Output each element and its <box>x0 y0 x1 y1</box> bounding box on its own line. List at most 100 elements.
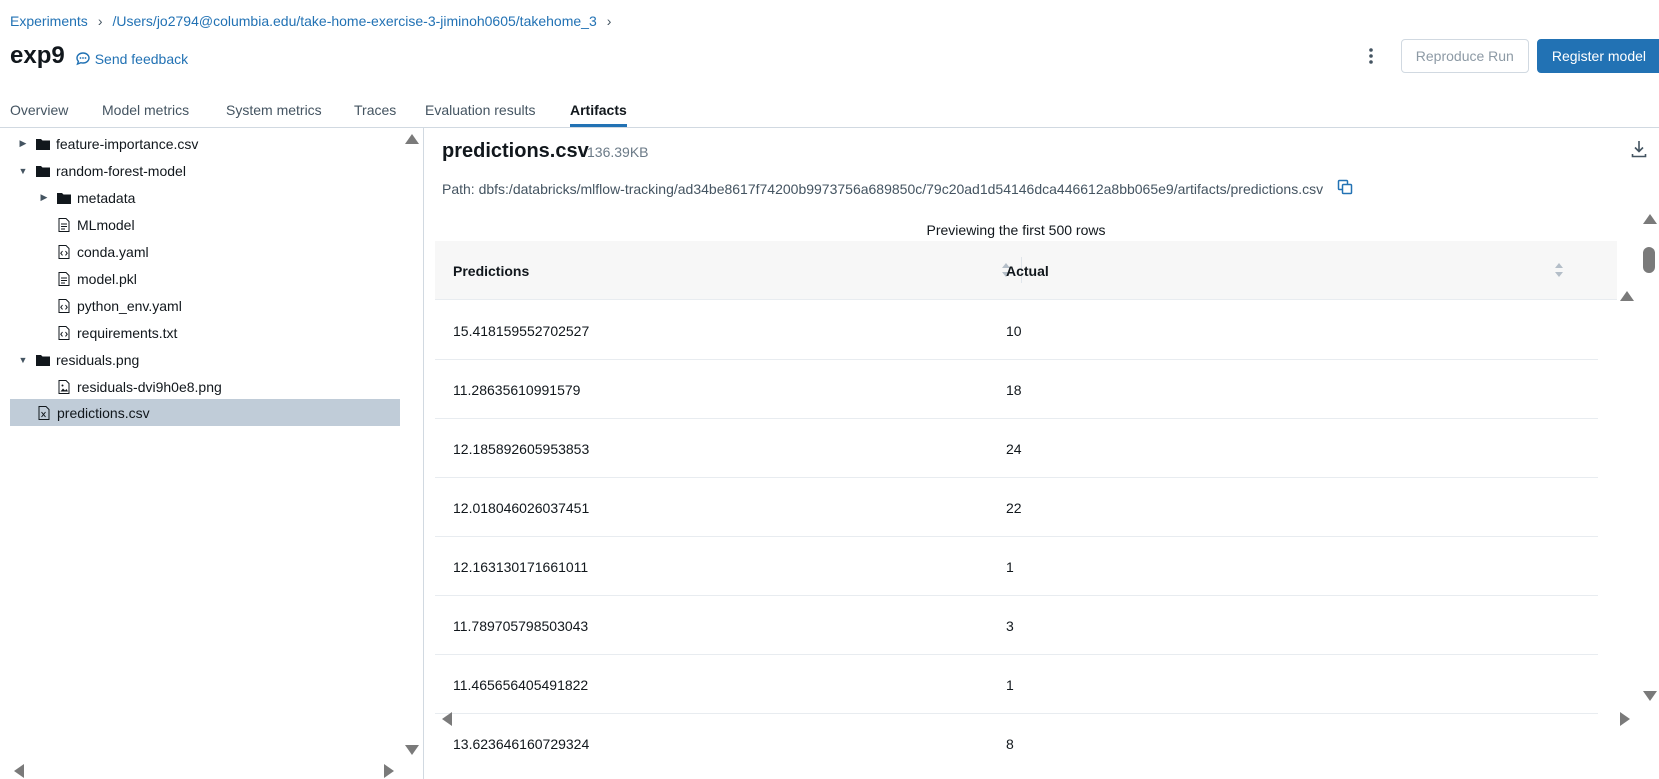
tree-item-conda-yaml[interactable]: conda.yaml <box>57 238 149 265</box>
artifact-path: Path: dbfs:/databricks/mlflow-tracking/a… <box>442 179 1353 198</box>
caret-right-icon[interactable]: ▶ <box>37 192 51 203</box>
tab-overview[interactable]: Overview <box>10 102 68 124</box>
tree-item-random-forest-model[interactable]: ▼ random-forest-model <box>16 157 186 184</box>
cell-actual: 22 <box>1006 499 1022 516</box>
breadcrumb-experiment-path-link[interactable]: /Users/jo2794@columbia.edu/take-home-exe… <box>112 13 596 29</box>
cell-prediction: 12.185892605953853 <box>453 440 590 457</box>
code-file-icon <box>57 244 71 259</box>
scroll-left-button[interactable] <box>14 764 24 778</box>
cell-actual: 18 <box>1006 381 1022 398</box>
code-file-icon <box>57 298 71 313</box>
table-row: 15.418159552702527 10 <box>435 301 1598 360</box>
reproduce-run-button[interactable]: Reproduce Run <box>1400 39 1529 73</box>
send-feedback-label: Send feedback <box>94 51 189 67</box>
title-row: exp9 Send feedback <box>10 42 188 70</box>
tree-item-label: residuals-dvi9h0e8.png <box>77 378 222 395</box>
table-body-scroll-up-button[interactable] <box>1620 291 1634 301</box>
cell-actual: 1 <box>1006 676 1014 693</box>
tab-system-metrics[interactable]: System metrics <box>226 102 322 124</box>
table-row: 11.789705798503043 3 <box>435 596 1598 655</box>
table-scroll-down-button[interactable] <box>1643 691 1657 701</box>
table-row: 11.28635610991579 18 <box>435 360 1598 419</box>
cell-prediction: 13.623646160729324 <box>453 735 590 752</box>
breadcrumb: Experiments › /Users/jo2794@columbia.edu… <box>10 13 621 29</box>
page-title: exp9 <box>10 42 65 69</box>
folder-icon <box>36 353 50 367</box>
tree-item-label: python_env.yaml <box>77 297 182 314</box>
tree-item-label: model.pkl <box>77 270 137 287</box>
preview-note: Previewing the first 500 rows <box>926 222 1106 238</box>
file-name: predictions.csv <box>442 140 589 162</box>
tree-item-metadata[interactable]: ▶ metadata <box>37 184 136 211</box>
cell-actual: 3 <box>1006 617 1014 634</box>
tab-traces[interactable]: Traces <box>354 102 396 124</box>
folder-icon <box>57 191 71 205</box>
code-file-icon <box>57 325 71 340</box>
cell-prediction: 11.465656405491822 <box>453 676 589 693</box>
artifact-tree: ▶ feature-importance.csv ▼ random-forest… <box>0 128 424 779</box>
table-row: 11.465656405491822 1 <box>435 655 1598 714</box>
folder-icon <box>36 137 50 151</box>
breadcrumb-experiments-link[interactable]: Experiments <box>10 13 88 29</box>
predictions-table: Predictions Actual 15.418159552702527 10 1… <box>435 241 1617 761</box>
tree-item-mlmodel[interactable]: MLmodel <box>57 211 135 238</box>
cell-prediction: 12.018046026037451 <box>453 499 590 516</box>
table-row: 12.018046026037451 22 <box>435 478 1598 537</box>
column-header-predictions[interactable]: Predictions <box>453 241 529 300</box>
file-size: 136.39KB <box>587 144 649 160</box>
tree-item-feature-importance[interactable]: ▶ feature-importance.csv <box>16 130 199 157</box>
scroll-down-button[interactable] <box>405 745 419 755</box>
copy-icon[interactable] <box>1337 179 1353 198</box>
tree-item-label: predictions.csv <box>57 404 150 421</box>
image-file-icon <box>57 379 71 394</box>
table-scroll-right-button[interactable] <box>1620 712 1630 726</box>
table-header: Predictions Actual <box>435 241 1617 300</box>
register-model-button[interactable]: Register model <box>1536 39 1659 73</box>
artifact-preview: predictions.csv 136.39KB Path: dbfs:/dat… <box>425 128 1659 779</box>
chat-bubble-icon <box>76 52 90 66</box>
header-actions: Reproduce Run Register model <box>1355 39 1659 73</box>
file-icon <box>57 271 71 286</box>
more-options-icon[interactable] <box>1355 40 1387 72</box>
column-header-actual[interactable]: Actual <box>1006 241 1049 300</box>
download-icon[interactable] <box>1631 140 1647 161</box>
tree-item-predictions-csv[interactable]: predictions.csv <box>10 399 400 426</box>
scroll-up-button[interactable] <box>405 134 419 144</box>
table-scroll-up-button[interactable] <box>1643 214 1657 224</box>
table-row: 12.163130171661011 1 <box>435 537 1598 596</box>
table-scrollbar-thumb[interactable] <box>1643 247 1655 273</box>
cell-actual: 1 <box>1006 558 1014 575</box>
chevron-right-icon[interactable]: › <box>607 13 612 29</box>
caret-down-icon[interactable]: ▼ <box>16 355 30 365</box>
artifact-path-text: Path: dbfs:/databricks/mlflow-tracking/a… <box>442 180 1324 197</box>
cell-prediction: 11.789705798503043 <box>453 617 589 634</box>
tree-item-requirements-txt[interactable]: requirements.txt <box>57 319 177 346</box>
tree-item-label: metadata <box>77 189 136 206</box>
chevron-right-icon: › <box>97 13 103 29</box>
send-feedback-link[interactable]: Send feedback <box>75 51 188 67</box>
cell-prediction: 15.418159552702527 <box>453 322 590 339</box>
tree-item-residuals-png[interactable]: ▼ residuals.png <box>16 346 140 373</box>
tree-item-residuals-image[interactable]: residuals-dvi9h0e8.png <box>57 373 222 400</box>
scroll-right-button[interactable] <box>384 764 394 778</box>
tree-item-label: random-forest-model <box>56 162 186 179</box>
table-row: 12.185892605953853 24 <box>435 419 1598 478</box>
cell-prediction: 11.28635610991579 <box>453 381 581 398</box>
tree-item-label: residuals.png <box>56 351 140 368</box>
tab-artifacts[interactable]: Artifacts <box>570 102 627 127</box>
caret-down-icon[interactable]: ▼ <box>16 166 30 176</box>
tab-bar: Overview Model metrics System metrics Tr… <box>0 96 1659 128</box>
tree-item-model-pkl[interactable]: model.pkl <box>57 265 137 292</box>
caret-right-icon[interactable]: ▶ <box>16 138 30 149</box>
table-row: 13.623646160729324 8 <box>435 714 1598 761</box>
tab-evaluation-results[interactable]: Evaluation results <box>425 102 536 124</box>
cell-prediction: 12.163130171661011 <box>453 558 589 575</box>
tree-item-label: feature-importance.csv <box>56 135 199 152</box>
table-scroll-left-button[interactable] <box>442 712 452 726</box>
sort-icon[interactable] <box>1554 261 1564 279</box>
spreadsheet-file-icon <box>37 405 51 420</box>
cell-actual: 24 <box>1006 440 1022 457</box>
file-icon <box>57 217 71 232</box>
tree-item-python-env-yaml[interactable]: python_env.yaml <box>57 292 182 319</box>
tab-model-metrics[interactable]: Model metrics <box>102 102 189 124</box>
